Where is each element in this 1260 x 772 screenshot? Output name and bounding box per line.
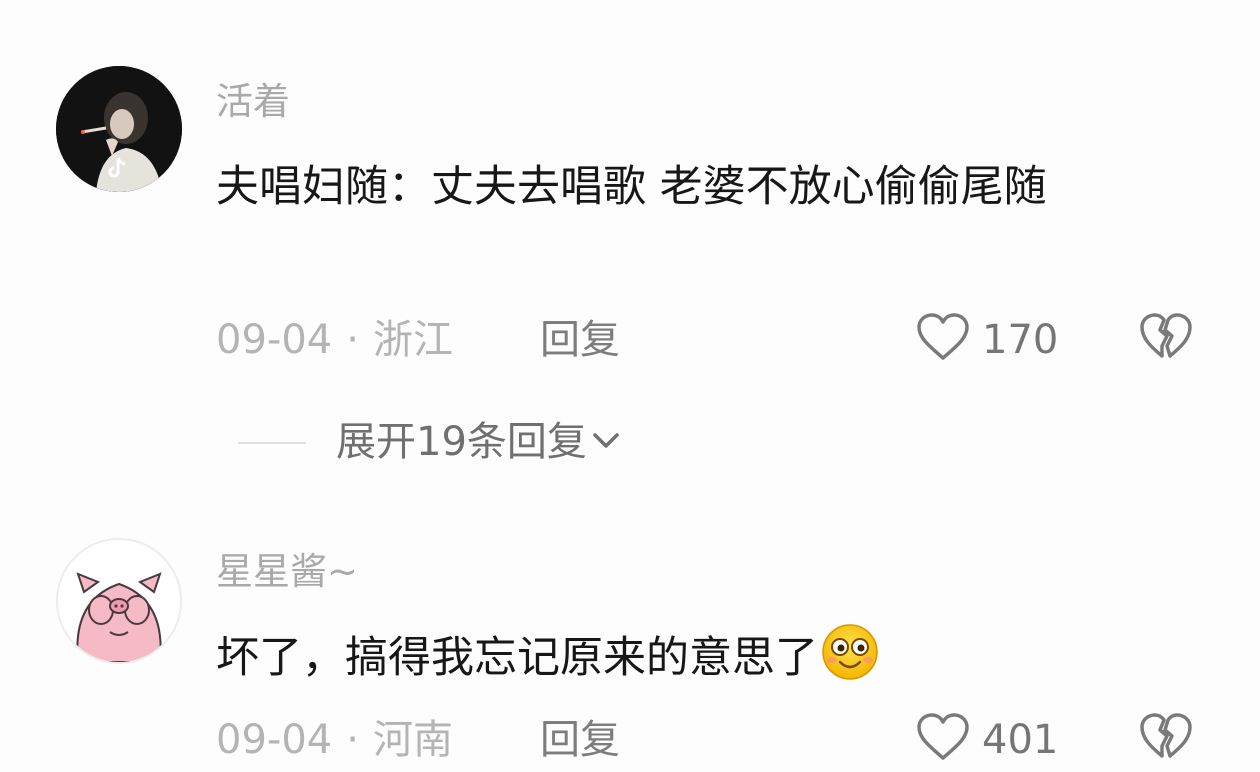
divider (238, 442, 306, 444)
username[interactable]: 活着 (216, 82, 290, 122)
expand-replies-button[interactable]: 展开19条回复 (336, 418, 621, 466)
comment-list: 活着 夫唱妇随：丈夫去唱歌 老婆不放心偷偷尾随 09-04 · 浙江 回复 170 … (0, 0, 1260, 772)
avatar[interactable] (56, 66, 182, 192)
chevron-down-icon (593, 433, 619, 448)
like-count: 170 (982, 317, 1059, 363)
avatar-photo (56, 66, 182, 192)
smiling-face-emoji (820, 622, 880, 703)
meta-separator: · (346, 717, 359, 763)
expand-replies: 展开19条回复 (0, 414, 1260, 470)
heart-outline-icon[interactable] (915, 312, 971, 362)
comment-location: 浙江 (372, 317, 453, 363)
reply-button[interactable]: 回复 (540, 718, 620, 762)
comment-text: 坏了，搞得我忘记原来的意思了 (216, 622, 1176, 703)
comment-text: 夫唱妇随：丈夫去唱歌 老婆不放心偷偷尾随 (216, 162, 1047, 212)
comment-date: 09-04 (216, 717, 333, 763)
heart-outline-icon[interactable] (915, 712, 971, 762)
expand-replies-label: 展开19条回复 (336, 419, 587, 465)
username[interactable]: 星星酱~ (216, 552, 358, 592)
comment-meta: 09-04 · 河南 (216, 718, 453, 762)
reply-button[interactable]: 回复 (540, 318, 620, 362)
pink-pig-avatar (58, 540, 180, 662)
like-count: 401 (982, 717, 1059, 763)
comment-date: 09-04 (216, 317, 333, 363)
comment-location: 河南 (372, 717, 453, 763)
broken-heart-icon[interactable] (1138, 312, 1194, 362)
comment-meta: 09-04 · 浙江 (216, 318, 453, 362)
meta-separator: · (346, 317, 359, 363)
comment-text-content: 坏了，搞得我忘记原来的意思了 (216, 633, 818, 683)
avatar[interactable] (56, 538, 182, 664)
broken-heart-icon[interactable] (1138, 712, 1194, 762)
